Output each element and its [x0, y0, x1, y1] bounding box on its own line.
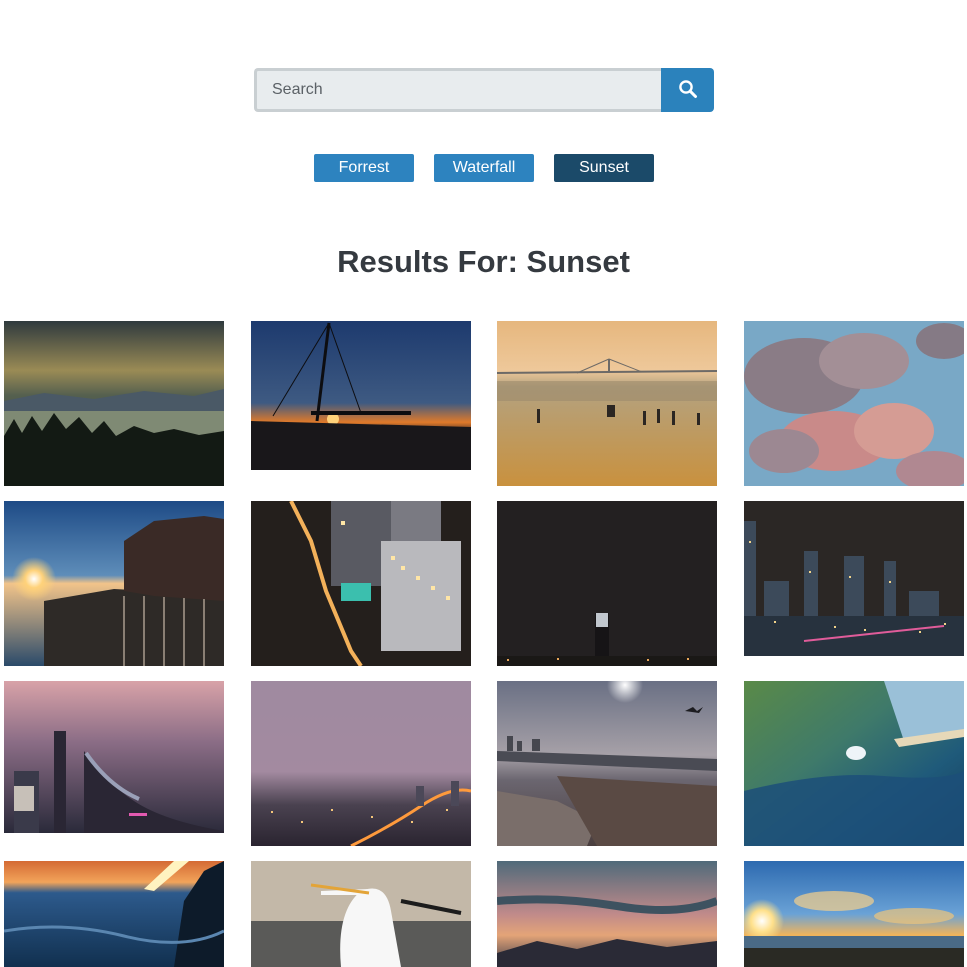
filter-button-sunset[interactable]: Sunset	[554, 154, 654, 182]
result-image-2[interactable]	[251, 321, 471, 470]
result-image-3[interactable]	[497, 321, 717, 486]
result-image-13[interactable]	[4, 861, 224, 967]
filter-buttons: Forrest Waterfall Sunset	[314, 154, 654, 182]
results-title: Results For: Sunset	[337, 244, 630, 279]
filter-button-waterfall[interactable]: Waterfall	[434, 154, 534, 182]
search-bar	[254, 68, 714, 112]
search-icon	[678, 79, 698, 102]
search-button[interactable]	[661, 68, 714, 112]
result-image-14[interactable]	[251, 861, 471, 967]
result-image-4[interactable]	[744, 321, 964, 486]
result-image-10[interactable]	[251, 681, 471, 846]
search-input[interactable]	[254, 68, 661, 112]
result-image-7[interactable]	[497, 501, 717, 666]
page: Forrest Waterfall Sunset Results For: Su…	[0, 0, 967, 967]
filter-button-forrest[interactable]: Forrest	[314, 154, 414, 182]
result-image-11[interactable]	[497, 681, 717, 846]
result-image-12[interactable]	[744, 681, 964, 846]
result-image-1[interactable]	[4, 321, 224, 486]
result-image-6[interactable]	[251, 501, 471, 666]
result-image-16[interactable]	[744, 861, 964, 967]
result-image-8[interactable]	[744, 501, 964, 656]
result-image-5[interactable]	[4, 501, 224, 666]
result-image-15[interactable]	[497, 861, 717, 967]
result-image-9[interactable]	[4, 681, 224, 833]
